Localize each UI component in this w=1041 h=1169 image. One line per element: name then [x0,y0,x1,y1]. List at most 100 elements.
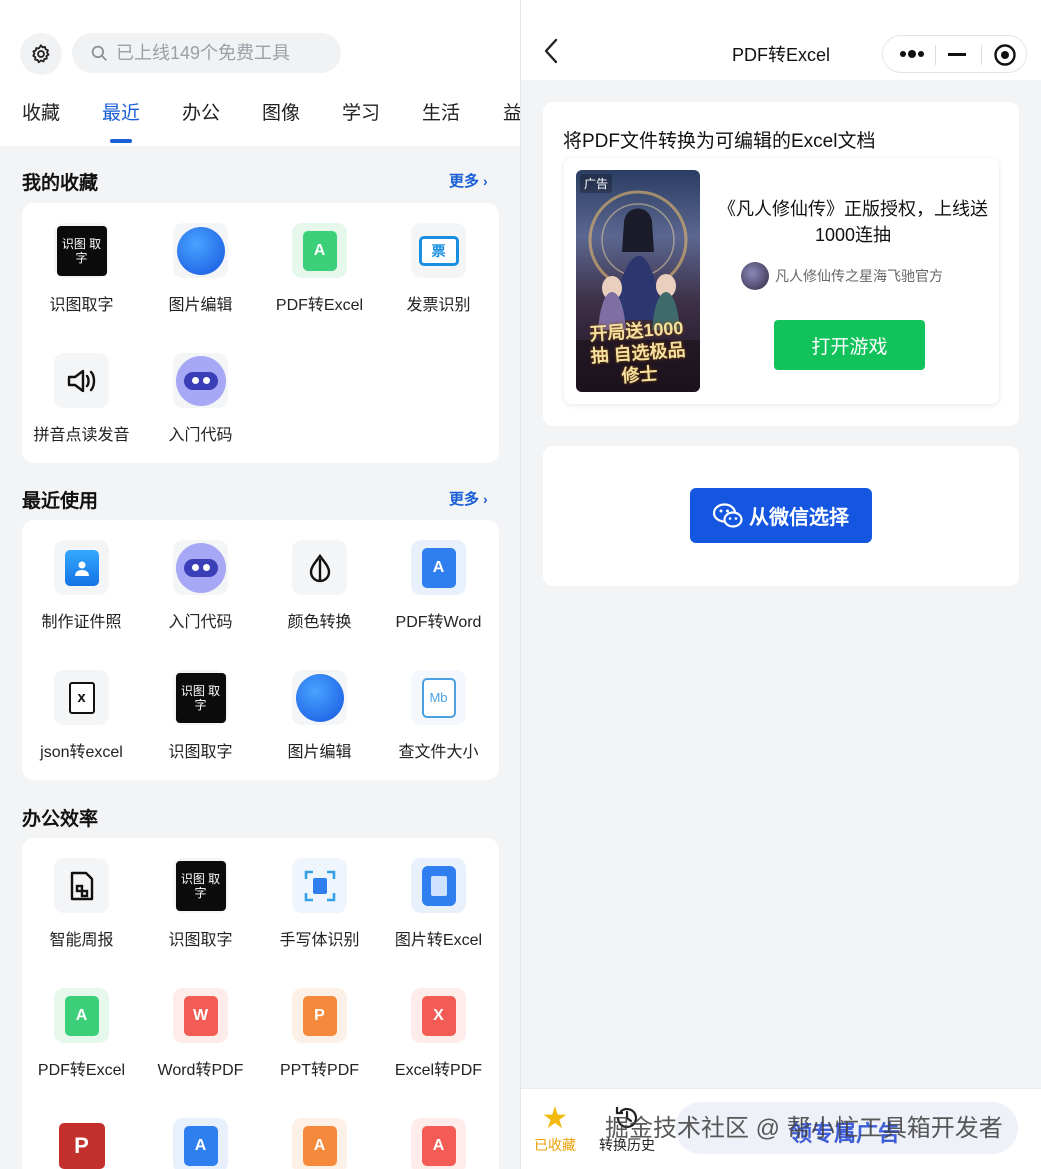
tool-pdf-alt[interactable]: A [379,1098,498,1169]
tool-ppt-alt[interactable]: A [260,1098,379,1169]
tool-file-size[interactable]: Mb 查文件大小 [379,650,498,761]
invoice-icon: 票 [411,223,466,278]
ocr-text-icon: 识图 取字 [54,223,109,278]
tool-color-convert[interactable]: 颜色转换 [260,520,379,631]
tool-image-excel[interactable]: 图片转Excel [379,838,498,949]
tab-recent[interactable]: 最近 [102,98,140,125]
tool-pdf-word[interactable]: A PDF转Word [379,520,498,631]
word-doc-icon: A [173,1118,228,1169]
invoice-icon-text: 票 [418,235,459,266]
search-input[interactable] [116,42,326,64]
tool-label: 图片编辑 [287,744,352,761]
tool-handwriting[interactable]: 手写体识别 [260,838,379,949]
back-arrow-icon[interactable] [541,36,561,66]
file-size-icon-text: Mb [421,677,456,718]
tool-label: 图片编辑 [168,297,233,314]
tool-word-pdf[interactable]: W Word转PDF [141,968,260,1079]
office-title: 办公效率 [22,809,99,830]
pdf-to-excel-icon: A [54,988,109,1043]
tool-ocr[interactable]: 识图 取字 识图取字 [22,203,141,314]
tool-label: json转excel [40,744,123,761]
tool-json-excel[interactable]: x json转excel [22,650,141,761]
close-target-icon[interactable] [993,43,1017,67]
tool-pdf-excel[interactable]: A PDF转Excel [22,968,141,1079]
ad-source: 凡人修仙传之星海飞驰官方 [741,262,943,290]
ad-headline: 《凡人修仙传》正版授权，上线送1000连抽 [718,199,988,245]
ad-card[interactable]: 广告 开局送1000抽 自选极品修士 《凡人修仙传》正版授权，上线送1000连抽… [564,158,999,404]
tool-id-photo[interactable]: 制作证件照 [22,520,141,631]
tool-label: 识图取字 [49,297,114,314]
ad-tag: 广告 [580,174,613,193]
tool-label: PPT转PDF [279,1062,360,1079]
json-excel-icon: x [54,670,109,725]
recent-more-link[interactable]: 更多 › [449,488,488,509]
settings-button[interactable] [20,33,62,75]
ocr-text-icon: 识图 取字 [173,670,228,725]
tool-image-edit[interactable]: 图片编辑 [260,650,379,761]
recent-card: 制作证件照 入门代码 颜色转换 A PDF转Word x json转excel … [22,520,499,780]
nav-bar: PDF转Excel [521,0,1041,80]
ad-poster-image: 广告 开局送1000抽 自选极品修士 [576,170,700,392]
favorited-button[interactable]: ★ 已收藏 [525,1103,585,1155]
image-to-excel-icon [411,858,466,913]
tool-pinyin[interactable]: 拼音点读发音 [22,333,141,444]
tool-ppt-pdf[interactable]: P PPT转PDF [260,968,379,1079]
tool-excel-pdf[interactable]: X Excel转PDF [379,968,498,1079]
tab-office[interactable]: 办公 [182,98,220,125]
search-icon [91,45,107,61]
pdf-to-word-icon: A [411,540,466,595]
ppt-to-pdf-icon: P [292,988,347,1043]
tab-favorites[interactable]: 收藏 [22,98,60,125]
tool-label: PDF转Excel [37,1062,126,1079]
chevron-right-icon: › [483,490,488,507]
tool-weekly-report[interactable]: 智能周报 [22,838,141,949]
tool-label: Excel转PDF [394,1062,483,1079]
more-dots-icon[interactable] [899,47,925,61]
ocr-icon-text: 识图 取字 [175,672,226,723]
category-tabs: 收藏 最近 办公 图像 学习 生活 益 [0,98,520,146]
favorites-card: 识图 取字 识图取字 图片编辑 A PDF转Excel 票 发票识别 拼音点读发… [22,203,499,463]
favorites-title: 我的收藏 [22,173,99,194]
page-title: PDF转Excel [731,45,830,65]
tool-label: 图片转Excel [394,932,483,949]
pdf-to-excel-icon: A [292,223,347,278]
tool-invoice[interactable]: 票 发票识别 [379,203,498,314]
star-icon: ★ [541,1102,569,1135]
left-header: 收藏 最近 办公 图像 学习 生活 益 [0,0,520,146]
choose-from-wechat-button[interactable]: 从微信选择 [690,488,872,543]
tool-ocr[interactable]: 识图 取字 识图取字 [141,838,260,949]
search-bar[interactable] [72,33,341,73]
tool-label: 识图取字 [168,932,233,949]
intro-panel: 将PDF文件转换为可编辑的Excel文档 广告 开局送1000抽 自选极品修士 [543,102,1019,426]
open-game-button[interactable]: 打开游戏 [774,320,925,370]
tool-ocr[interactable]: 识图 取字 识图取字 [141,650,260,761]
tool-word[interactable]: A [141,1098,260,1169]
tool-label: Word转PDF [157,1062,244,1079]
image-edit-icon [173,223,228,278]
tool-label: 颜色转换 [287,614,352,631]
favorites-more-link[interactable]: 更多 › [449,170,488,191]
ad-poster-text: 开局送1000抽 自选极品修士 [588,317,687,387]
tool-ppt[interactable]: P [22,1098,141,1169]
tool-intro-code[interactable]: 入门代码 [141,333,260,444]
tool-label: 识图取字 [168,744,233,761]
tab-partial[interactable]: 益 [503,98,520,125]
pdf-excel-pane: PDF转Excel 将PDF文件转换为可编辑的Excel文档 广告 开局送100… [521,0,1041,1169]
tool-label: 发票识别 [406,297,471,314]
ad-source-name: 凡人修仙传之星海飞驰官方 [775,268,943,284]
upload-panel: 从微信选择 [543,446,1019,586]
ocr-icon-text: 识图 取字 [175,860,226,911]
tool-intro-code[interactable]: 入门代码 [141,520,260,631]
active-tab-indicator [110,139,132,143]
tool-pdf-excel[interactable]: A PDF转Excel [260,203,379,314]
excel-to-pdf-icon: X [411,988,466,1043]
tool-label: 拼音点读发音 [33,427,130,444]
chevron-right-icon: › [483,172,488,189]
tab-image[interactable]: 图像 [262,98,300,125]
tool-label: 入门代码 [168,427,233,444]
tab-study[interactable]: 学习 [342,98,380,125]
minimize-icon[interactable] [948,47,966,61]
tab-life[interactable]: 生活 [422,98,460,125]
tool-image-edit[interactable]: 图片编辑 [141,203,260,314]
wechat-icon [713,502,743,528]
